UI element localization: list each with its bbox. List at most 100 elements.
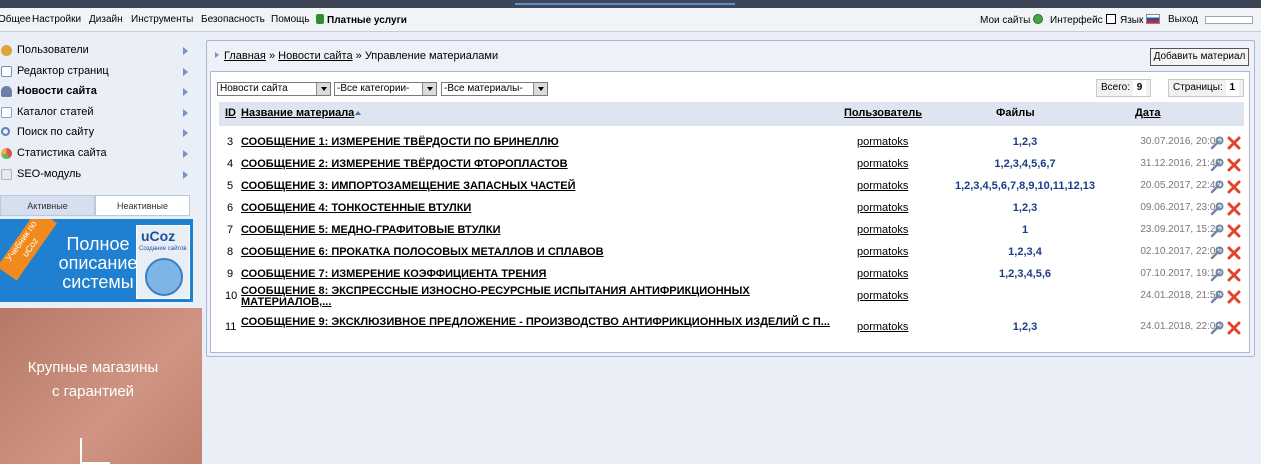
sidebar-item-label: SEO-модуль (17, 167, 82, 180)
row-title-link[interactable]: СООБЩЕНИЕ 7: ИЗМЕРЕНИЕ КОЭФФИЦИЕНТА ТРЕН… (241, 268, 546, 280)
delete-icon[interactable] (1227, 180, 1241, 194)
breadcrumb-news[interactable]: Новости сайта (278, 50, 352, 62)
edit-wrench-icon[interactable] (1210, 180, 1224, 194)
module-select[interactable]: Новости сайта (217, 82, 331, 96)
ucoz-sub: Создание сайтов (139, 246, 187, 252)
row-title-link[interactable]: СООБЩЕНИЕ 5: МЕДНО-ГРАФИТОВЫЕ ВТУЛКИ (241, 224, 501, 236)
row-id: 5 (226, 180, 234, 192)
delete-icon[interactable] (1227, 290, 1241, 304)
add-material-button[interactable]: Добавить материал (1150, 48, 1249, 66)
exit-progress-bar (1205, 16, 1253, 24)
sidebar-item-page-editor[interactable]: Редактор страниц (0, 61, 202, 82)
row-title-link[interactable]: СООБЩЕНИЕ 9: ЭКСКЛЮЗИВНОЕ ПРЕДЛОЖЕНИЕ - … (241, 317, 831, 328)
sidebar-item-users[interactable]: Пользователи (0, 40, 202, 61)
row-files[interactable]: 1,2,3 (913, 202, 1137, 214)
menu-general[interactable]: Общее (0, 14, 31, 25)
pages-label: Страницы: (1173, 82, 1223, 93)
row-files[interactable]: 1,2,3,4,5,6,7 (913, 158, 1137, 170)
menu-settings[interactable]: Настройки (32, 14, 81, 25)
menu-design[interactable]: Дизайн (89, 14, 123, 25)
tab-active[interactable]: Активные (0, 195, 95, 216)
exit-link[interactable]: Выход (1168, 14, 1198, 25)
edit-wrench-icon[interactable] (1210, 136, 1224, 150)
edit-wrench-icon[interactable] (1210, 268, 1224, 282)
my-sites-link[interactable]: Мои сайты (980, 14, 1044, 26)
row-user-link[interactable]: pormatoks (857, 136, 908, 148)
row-id: 8 (226, 246, 234, 258)
column-title[interactable]: Название материала (241, 107, 362, 119)
row-user-link[interactable]: pormatoks (857, 321, 908, 333)
row-title-link[interactable]: СООБЩЕНИЕ 2: ИЗМЕРЕНИЕ ТВЁРДОСТИ ФТОРОПЛ… (241, 158, 568, 170)
row-user-link[interactable]: pormatoks (857, 180, 908, 192)
row-title-link[interactable]: СООБЩЕНИЕ 3: ИМПОРТОЗАМЕЩЕНИЕ ЗАПАСНЫХ Ч… (241, 180, 576, 192)
row-files[interactable]: 1 (913, 224, 1137, 236)
materials-select[interactable]: -Все материалы- (441, 82, 548, 96)
column-date[interactable]: Дата (1135, 107, 1160, 119)
sidebar-item-news[interactable]: Новости сайта (0, 81, 202, 102)
table-row: 4 СООБЩЕНИЕ 2: ИЗМЕРЕНИЕ ТВЁРДОСТИ ФТОРОП… (219, 154, 1244, 176)
sidebar-item-label: Статистика сайта (17, 146, 107, 159)
row-user-link[interactable]: pormatoks (857, 224, 908, 236)
delete-icon[interactable] (1227, 246, 1241, 260)
row-files[interactable]: 1,2,3 (913, 321, 1137, 333)
chevron-right-icon (183, 88, 188, 97)
row-title-link[interactable]: СООБЩЕНИЕ 6: ПРОКАТКА ПОЛОСОВЫХ МЕТАЛЛОВ… (241, 246, 604, 258)
menu-help[interactable]: Помощь (271, 14, 310, 25)
module-select-value: Новости сайта (220, 83, 288, 94)
row-user-link[interactable]: pormatoks (857, 202, 908, 214)
edit-wrench-icon[interactable] (1210, 321, 1224, 335)
column-id[interactable]: ID (225, 107, 236, 119)
column-user[interactable]: Пользователь (844, 107, 922, 119)
row-files[interactable]: 1,2,3 (913, 136, 1137, 148)
tab-inactive[interactable]: Неактивные (95, 195, 190, 216)
delete-icon[interactable] (1227, 136, 1241, 150)
delete-icon[interactable] (1227, 268, 1241, 282)
column-files: Файлы (996, 107, 1035, 119)
edit-wrench-icon[interactable] (1210, 246, 1224, 260)
edit-wrench-icon[interactable] (1210, 202, 1224, 216)
sidebar-item-seo[interactable]: SEO-модуль (0, 164, 202, 185)
interface-link[interactable]: Интерфейс (1050, 14, 1116, 26)
sidebar-item-articles[interactable]: Каталог статей (0, 102, 202, 123)
row-user-link[interactable]: pormatoks (857, 290, 908, 302)
globe-icon (1033, 14, 1044, 24)
row-user-link[interactable]: pormatoks (857, 158, 908, 170)
interface-label: Интерфейс (1050, 15, 1103, 26)
edit-wrench-icon[interactable] (1210, 224, 1224, 238)
language-link[interactable]: Язык (1120, 14, 1161, 26)
ucoz-box-image: uCoz Создание сайтов (136, 225, 190, 299)
ucoz-tutorial-banner[interactable]: Учебник по uCoz Полное описание системы … (0, 219, 193, 302)
category-select[interactable]: -Все категории- (334, 82, 437, 96)
menu-security[interactable]: Безопасность (201, 14, 265, 25)
row-title-link[interactable]: СООБЩЕНИЕ 4: ТОНКОСТЕННЫЕ ВТУЛКИ (241, 202, 471, 214)
edit-wrench-icon[interactable] (1210, 158, 1224, 172)
row-title-link[interactable]: СООБЩЕНИЕ 8: ЭКСПРЕССНЫЕ ИЗНОСНО-РЕСУРСН… (241, 286, 831, 308)
cart-icon (80, 438, 110, 464)
row-user-link[interactable]: pormatoks (857, 268, 908, 280)
row-id: 9 (226, 268, 234, 280)
delete-icon[interactable] (1227, 224, 1241, 238)
row-date: 23.09.2017, 15:26 (1140, 224, 1221, 235)
row-user-link[interactable]: pormatoks (857, 246, 908, 258)
edit-wrench-icon[interactable] (1210, 290, 1224, 304)
row-files[interactable]: 1,2,3,4,5,6 (913, 268, 1137, 280)
pages-value: 1 (1225, 80, 1240, 96)
total-label: Всего: (1101, 82, 1130, 93)
menu-tools[interactable]: Инструменты (131, 14, 193, 25)
sidebar-item-search[interactable]: Поиск по сайту (0, 122, 202, 143)
delete-icon[interactable] (1227, 202, 1241, 216)
delete-icon[interactable] (1227, 321, 1241, 335)
delete-icon[interactable] (1227, 158, 1241, 172)
sidebar-item-stats[interactable]: Статистика сайта (0, 143, 202, 164)
row-date: 07.10.2017, 19:19 (1140, 268, 1221, 279)
top-strip-link[interactable] (515, 3, 735, 5)
breadcrumb-home[interactable]: Главная (224, 50, 266, 62)
row-files[interactable]: 1,2,3,4,5,6,7,8,9,10,11,12,13 (913, 180, 1137, 192)
menu-paid-services[interactable]: Платные услуги (316, 14, 407, 26)
row-files[interactable]: 1,2,3,4 (913, 246, 1137, 258)
news-icon (1, 86, 12, 98)
row-id: 11 (225, 321, 237, 333)
shops-ad-banner[interactable]: Крупные магазины с гарантией (0, 308, 202, 464)
row-title-link[interactable]: СООБЩЕНИЕ 1: ИЗМЕРЕНИЕ ТВЁРДОСТИ ПО БРИН… (241, 136, 559, 148)
users-icon (1, 45, 12, 56)
